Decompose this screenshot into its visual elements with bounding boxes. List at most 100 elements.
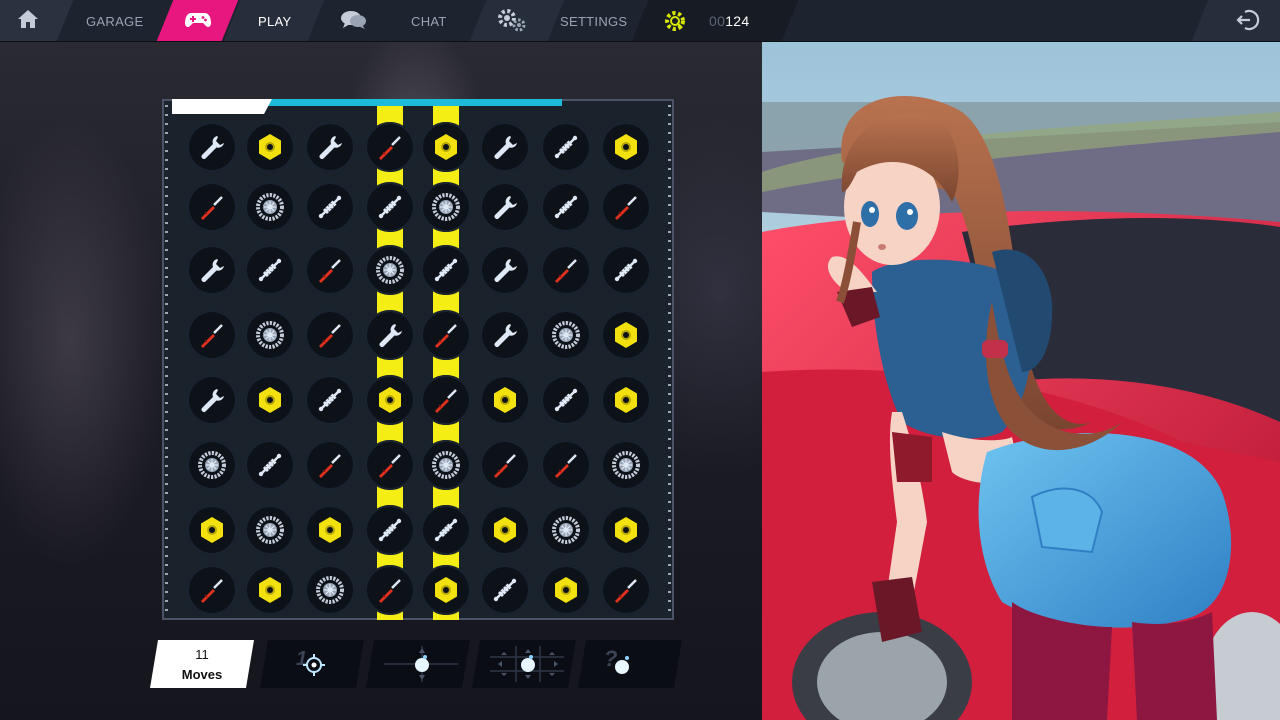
- nav-settings[interactable]: SETTINGS: [560, 14, 627, 29]
- spring-tile[interactable]: [365, 505, 415, 555]
- wheel-tile[interactable]: [601, 440, 651, 490]
- spring-tile[interactable]: [305, 182, 355, 232]
- wheel-tile[interactable]: [245, 310, 295, 360]
- currency-leading-zeros: 00: [709, 13, 726, 29]
- wheel-tile[interactable]: [245, 505, 295, 555]
- screwdriver-tile[interactable]: [421, 310, 471, 360]
- spring-tile[interactable]: [245, 440, 295, 490]
- spring-tile[interactable]: [541, 375, 591, 425]
- nut-tile[interactable]: [480, 375, 530, 425]
- nav-garage[interactable]: GARAGE: [86, 14, 143, 29]
- wrench-tile[interactable]: [365, 310, 415, 360]
- spring-tile[interactable]: [365, 182, 415, 232]
- screwdriver-icon: [615, 196, 637, 220]
- spring-tile[interactable]: [541, 122, 591, 172]
- logout-icon[interactable]: [1236, 9, 1260, 36]
- nut-icon: [615, 517, 637, 543]
- single-target-powerup[interactable]: 1: [260, 640, 364, 688]
- spring-tile[interactable]: [245, 245, 295, 295]
- gears-icon[interactable]: [497, 8, 527, 37]
- wrench-icon: [319, 136, 342, 159]
- nut-tile[interactable]: [601, 122, 651, 172]
- screwdriver-tile[interactable]: [365, 565, 415, 615]
- home-icon[interactable]: [16, 8, 40, 35]
- spring-icon: [554, 388, 578, 412]
- spring-tile[interactable]: [421, 245, 471, 295]
- wheel-icon: [256, 321, 284, 349]
- wheel-tile[interactable]: [365, 245, 415, 295]
- spring-tile[interactable]: [305, 375, 355, 425]
- nut-tile[interactable]: [480, 505, 530, 555]
- wheel-tile[interactable]: [421, 182, 471, 232]
- wrench-tile[interactable]: [480, 245, 530, 295]
- chat-bubbles-icon[interactable]: [340, 9, 368, 36]
- screwdriver-tile[interactable]: [365, 122, 415, 172]
- screwdriver-icon: [555, 259, 577, 283]
- wheel-tile[interactable]: [245, 182, 295, 232]
- screwdriver-tile[interactable]: [421, 375, 471, 425]
- nut-icon: [259, 387, 281, 413]
- mechanic-girl-illustration: [762, 42, 1280, 720]
- currency-value: 124: [725, 13, 750, 29]
- spring-icon: [258, 453, 282, 477]
- gamepad-icon[interactable]: [184, 10, 212, 35]
- nut-tile[interactable]: [601, 375, 651, 425]
- wrench-tile[interactable]: [187, 122, 237, 172]
- nut-tile[interactable]: [245, 565, 295, 615]
- spring-tile[interactable]: [421, 505, 471, 555]
- random-bomb-powerup[interactable]: ?: [578, 640, 682, 688]
- screwdriver-tile[interactable]: [365, 440, 415, 490]
- nut-tile[interactable]: [365, 375, 415, 425]
- moves-count: 11: [195, 647, 209, 662]
- screwdriver-icon: [555, 454, 577, 478]
- wrench-tile[interactable]: [480, 182, 530, 232]
- wheel-tile[interactable]: [187, 440, 237, 490]
- nav-play[interactable]: PLAY: [258, 14, 291, 29]
- wrench-icon: [201, 389, 224, 412]
- wheel-tile[interactable]: [541, 505, 591, 555]
- nut-tile[interactable]: [421, 565, 471, 615]
- screwdriver-tile[interactable]: [541, 440, 591, 490]
- nut-icon: [259, 577, 281, 603]
- wheel-tile[interactable]: [421, 440, 471, 490]
- bomb-area-icon: [482, 644, 572, 684]
- nut-tile[interactable]: [421, 122, 471, 172]
- spring-tile[interactable]: [480, 565, 530, 615]
- nut-icon: [201, 517, 223, 543]
- nav-chat[interactable]: CHAT: [411, 14, 447, 29]
- wrench-tile[interactable]: [480, 122, 530, 172]
- screwdriver-tile[interactable]: [480, 440, 530, 490]
- screwdriver-tile[interactable]: [187, 182, 237, 232]
- wrench-tile[interactable]: [187, 245, 237, 295]
- wrench-tile[interactable]: [480, 310, 530, 360]
- wheel-icon: [432, 193, 460, 221]
- screwdriver-tile[interactable]: [601, 182, 651, 232]
- nut-tile[interactable]: [541, 565, 591, 615]
- nut-tile[interactable]: [305, 505, 355, 555]
- wrench-tile[interactable]: [305, 122, 355, 172]
- bomb-area-powerup[interactable]: [472, 640, 576, 688]
- wrench-tile[interactable]: [187, 375, 237, 425]
- nut-tile[interactable]: [601, 310, 651, 360]
- screwdriver-icon: [435, 324, 457, 348]
- nut-tile[interactable]: [245, 375, 295, 425]
- wrench-icon: [494, 324, 517, 347]
- nut-icon: [494, 387, 516, 413]
- spring-icon: [554, 135, 578, 159]
- spring-tile[interactable]: [541, 182, 591, 232]
- wheel-tile[interactable]: [305, 565, 355, 615]
- screwdriver-tile[interactable]: [601, 565, 651, 615]
- bomb-column-powerup[interactable]: [366, 640, 470, 688]
- nut-tile[interactable]: [245, 122, 295, 172]
- screwdriver-tile[interactable]: [305, 310, 355, 360]
- nut-tile[interactable]: [601, 505, 651, 555]
- nut-tile[interactable]: [187, 505, 237, 555]
- screwdriver-tile[interactable]: [187, 565, 237, 615]
- screwdriver-tile[interactable]: [305, 440, 355, 490]
- screwdriver-tile[interactable]: [541, 245, 591, 295]
- wheel-tile[interactable]: [541, 310, 591, 360]
- screwdriver-tile[interactable]: [187, 310, 237, 360]
- screwdriver-tile[interactable]: [305, 245, 355, 295]
- spring-tile[interactable]: [601, 245, 651, 295]
- wheel-icon: [256, 516, 284, 544]
